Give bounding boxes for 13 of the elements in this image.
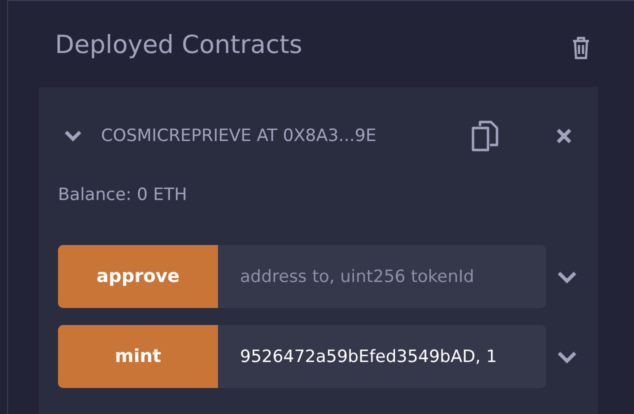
input-field[interactable]: 9526472a59bEfed3549bAD, 1 (218, 325, 546, 388)
input-field[interactable]: address to, uint256 tokenId (218, 245, 546, 308)
function-button[interactable]: approve (58, 245, 218, 308)
contract-name[interactable]: COSMICREPRIEVE AT 0X8A3...9E (101, 126, 471, 146)
chevron-icon[interactable] (556, 350, 578, 364)
section-title: Deployed Contracts (55, 30, 302, 58)
chevron-icon[interactable] (556, 270, 578, 284)
balance-text: Balance: 0 ETH (58, 185, 188, 207)
close-icon[interactable] (556, 128, 572, 144)
function-button[interactable]: mint (58, 325, 218, 388)
chevron-icon[interactable] (63, 129, 83, 143)
copy-icon[interactable] (471, 120, 499, 152)
trash-icon[interactable] (571, 36, 591, 60)
